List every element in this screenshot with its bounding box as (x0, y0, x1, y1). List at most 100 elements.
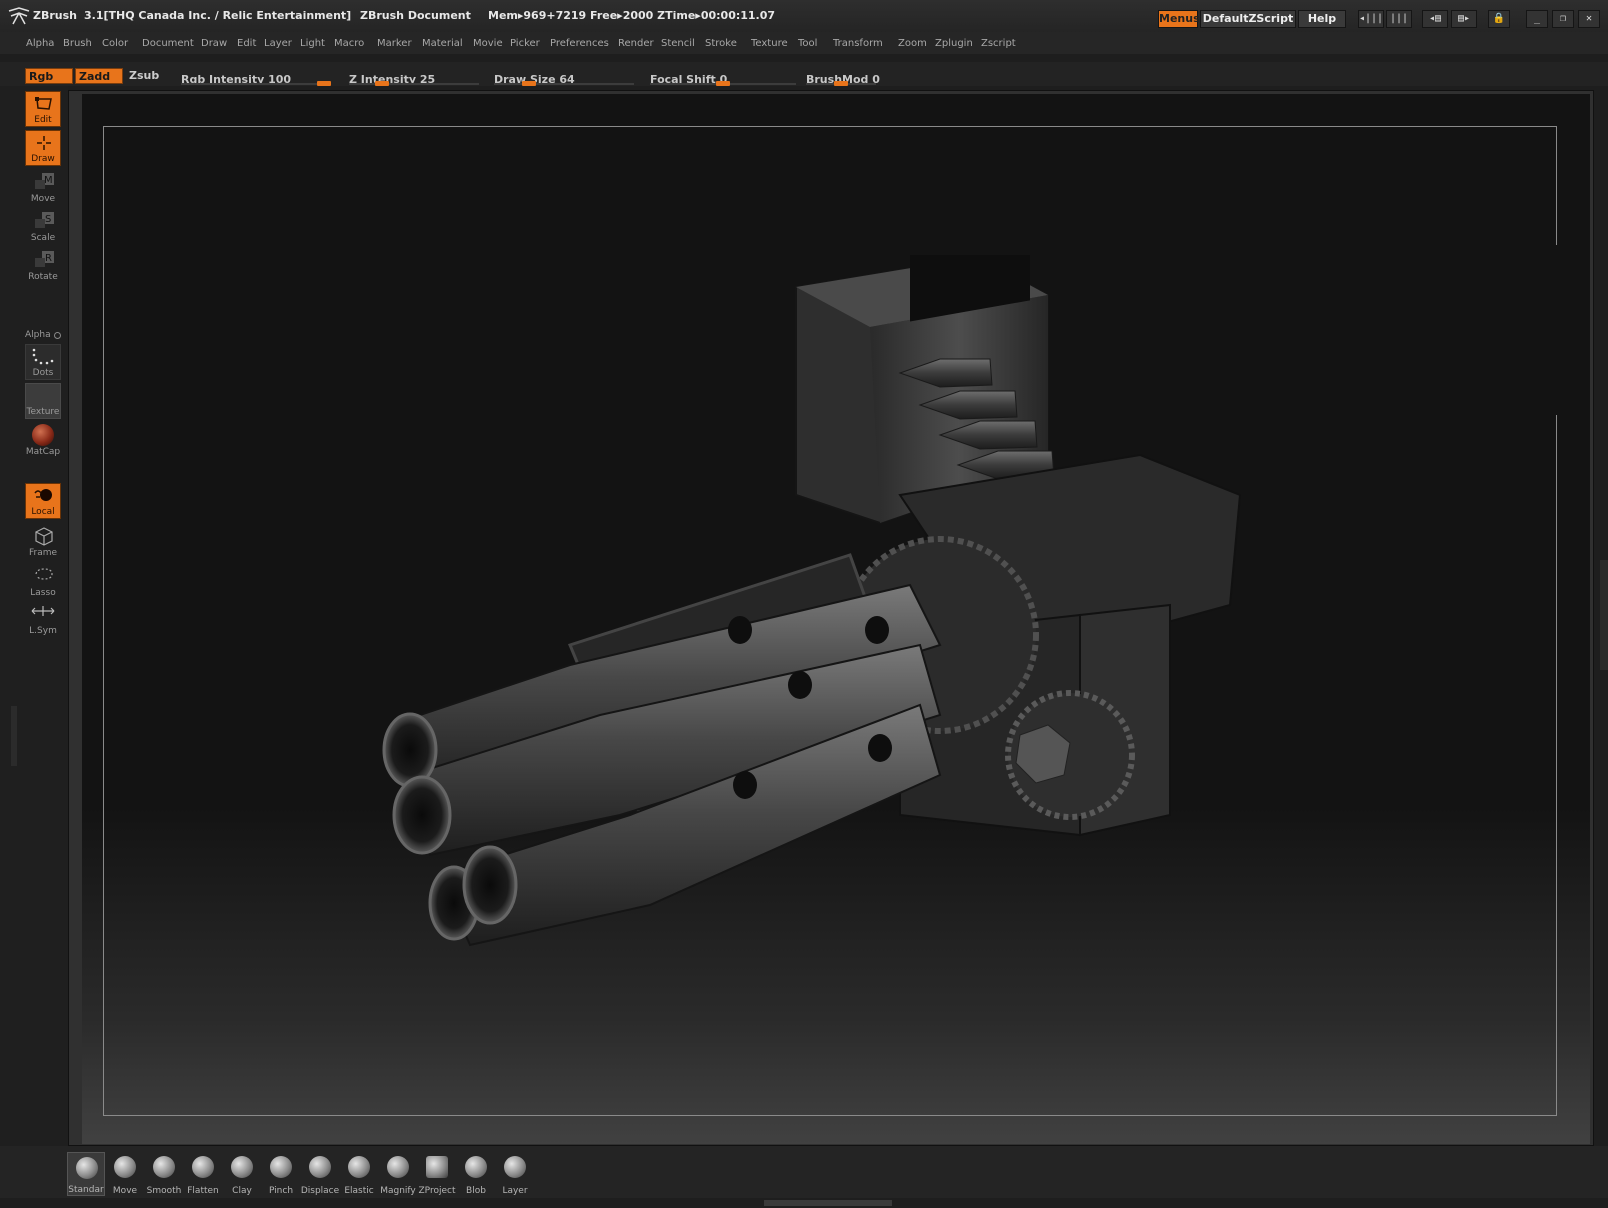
matcap-button[interactable]: MatCap (25, 422, 61, 458)
elastic-brush-icon (348, 1156, 370, 1178)
alpha-dots-button[interactable]: Dots (25, 344, 61, 380)
menu-document[interactable]: Document (142, 38, 194, 49)
title-bar: ZBrush 3.1[THQ Canada Inc. / Relic Enter… (0, 0, 1608, 40)
brush-displace[interactable]: Displace (301, 1152, 339, 1196)
brush-flatten[interactable]: Flatten (184, 1152, 222, 1196)
rotate-button[interactable]: R Rotate (25, 247, 61, 283)
menu-edit[interactable]: Edit (237, 38, 256, 49)
menu-stroke[interactable]: Stroke (705, 38, 737, 49)
help-button[interactable]: Help (1298, 10, 1346, 28)
brush-blob[interactable]: Blob (457, 1152, 495, 1196)
focal-shift-slider[interactable]: Focal Shift 0 (650, 68, 796, 88)
alpha-indicator-icon[interactable] (54, 332, 61, 339)
menus-button[interactable]: Menus (1158, 10, 1200, 28)
right-panel-grip[interactable] (1600, 560, 1608, 670)
svg-text:S: S (45, 214, 51, 225)
menu-zoom[interactable]: Zoom (898, 38, 927, 49)
menu-movie[interactable]: Movie (473, 38, 503, 49)
edit-label: Edit (34, 115, 52, 125)
app-name: ZBrush (33, 9, 77, 22)
draw-button[interactable]: Draw (25, 130, 61, 166)
lasso-label: Lasso (30, 588, 56, 598)
close-icon[interactable]: ✕ (1578, 10, 1600, 28)
brush-standard[interactable]: Standar (67, 1152, 105, 1196)
draw-size-knob[interactable] (522, 81, 536, 86)
restore-icon[interactable]: ❐ (1552, 10, 1574, 28)
zsub-toggle[interactable]: Zsub (126, 68, 162, 84)
menu-bar: Alpha Brush Color Document Draw Edit Lay… (0, 32, 1608, 54)
brushmod-slider[interactable]: BrushMod 0 (806, 68, 880, 88)
edit-button[interactable]: Edit (25, 91, 61, 127)
layout-prev-icon[interactable]: ◂▤ (1422, 10, 1448, 28)
brush-pinch[interactable]: Pinch (262, 1152, 300, 1196)
menu-texture[interactable]: Texture (751, 38, 788, 49)
standard-brush-icon (76, 1157, 98, 1179)
menu-material[interactable]: Material (422, 38, 463, 49)
menu-render[interactable]: Render (618, 38, 654, 49)
menu-marker[interactable]: Marker (377, 38, 412, 49)
menu-color[interactable]: Color (102, 38, 128, 49)
rgb-intensity-slider[interactable]: Rgb Intensity 100 (181, 68, 331, 88)
focal-shift-knob[interactable] (716, 81, 730, 86)
lsym-button[interactable]: L.Sym (25, 601, 61, 637)
local-button[interactable]: Local (25, 483, 61, 519)
bottom-panel-grip[interactable] (764, 1200, 892, 1206)
brush-clay[interactable]: Clay (223, 1152, 261, 1196)
z-intensity-slider[interactable]: Z Intensity 25 (349, 68, 479, 88)
scroll-left-icon[interactable]: ◂||| (1358, 10, 1384, 28)
frame-button[interactable]: Frame (25, 523, 61, 559)
brushmod-knob[interactable] (834, 81, 848, 86)
minimize-icon[interactable]: _ (1526, 10, 1548, 28)
brush-magnify[interactable]: Magnify (379, 1152, 417, 1196)
dots-label: Dots (32, 368, 54, 378)
layout-next-icon[interactable]: ▤▸ (1451, 10, 1477, 28)
menu-picker[interactable]: Picker (510, 38, 540, 49)
move-icon: M (35, 173, 54, 189)
brush-move[interactable]: Move (106, 1152, 144, 1196)
brush-layer[interactable]: Layer (496, 1152, 534, 1196)
draw-size-slider[interactable]: Draw Size 64 (494, 68, 634, 88)
rgb-intensity-knob[interactable] (317, 81, 331, 86)
menu-light[interactable]: Light (300, 38, 325, 49)
brush-zproject[interactable]: ZProject (418, 1152, 456, 1196)
menu-macro[interactable]: Macro (334, 38, 364, 49)
svg-text:R: R (45, 253, 52, 264)
move-label: Move (30, 194, 56, 204)
lasso-button[interactable]: Lasso (25, 563, 61, 599)
move-button[interactable]: M Move (25, 169, 61, 205)
rotate-label: Rotate (28, 272, 58, 282)
lock-icon[interactable]: 🔒 (1488, 10, 1510, 28)
brush-elastic[interactable]: Elastic (340, 1152, 378, 1196)
gatling-gun-model[interactable] (380, 255, 1280, 985)
scale-button[interactable]: S Scale (25, 208, 61, 244)
left-panel-grip[interactable] (11, 706, 17, 766)
menu-draw[interactable]: Draw (201, 38, 227, 49)
brush-smooth[interactable]: Smooth (145, 1152, 183, 1196)
menu-brush[interactable]: Brush (63, 38, 92, 49)
z-intensity-knob[interactable] (374, 81, 389, 86)
menu-stencil[interactable]: Stencil (661, 38, 695, 49)
scroll-right-icon[interactable]: |||▸ (1386, 10, 1412, 40)
layer-brush-icon (504, 1156, 526, 1178)
rotate-icon: R (35, 251, 54, 267)
menu-layer[interactable]: Layer (264, 38, 292, 49)
menu-zscript[interactable]: Zscript (981, 38, 1016, 49)
menu-transform[interactable]: Transform (833, 38, 883, 49)
draw-size-track (494, 83, 634, 85)
menu-zplugin[interactable]: Zplugin (935, 38, 973, 49)
z-intensity-track (349, 83, 479, 85)
menu-preferences[interactable]: Preferences (550, 38, 609, 49)
flatten-brush-icon (192, 1156, 214, 1178)
draw-label: Draw (31, 154, 55, 164)
local-label: Local (31, 507, 55, 517)
memory-status: Mem▸969+7219 Free▸2000 ZTime▸00:00:11.07 (488, 9, 776, 22)
zproject-brush-icon (426, 1156, 448, 1178)
menu-tool[interactable]: Tool (798, 38, 817, 49)
menu-alpha[interactable]: Alpha (26, 38, 54, 49)
zadd-toggle[interactable]: Zadd (75, 68, 123, 84)
local-icon (34, 489, 52, 501)
rgb-toggle[interactable]: Rgb (25, 68, 73, 84)
default-zscript-button[interactable]: DefaultZScript (1200, 10, 1296, 28)
texture-button[interactable]: Texture (25, 383, 61, 419)
move-brush-icon (114, 1156, 136, 1178)
